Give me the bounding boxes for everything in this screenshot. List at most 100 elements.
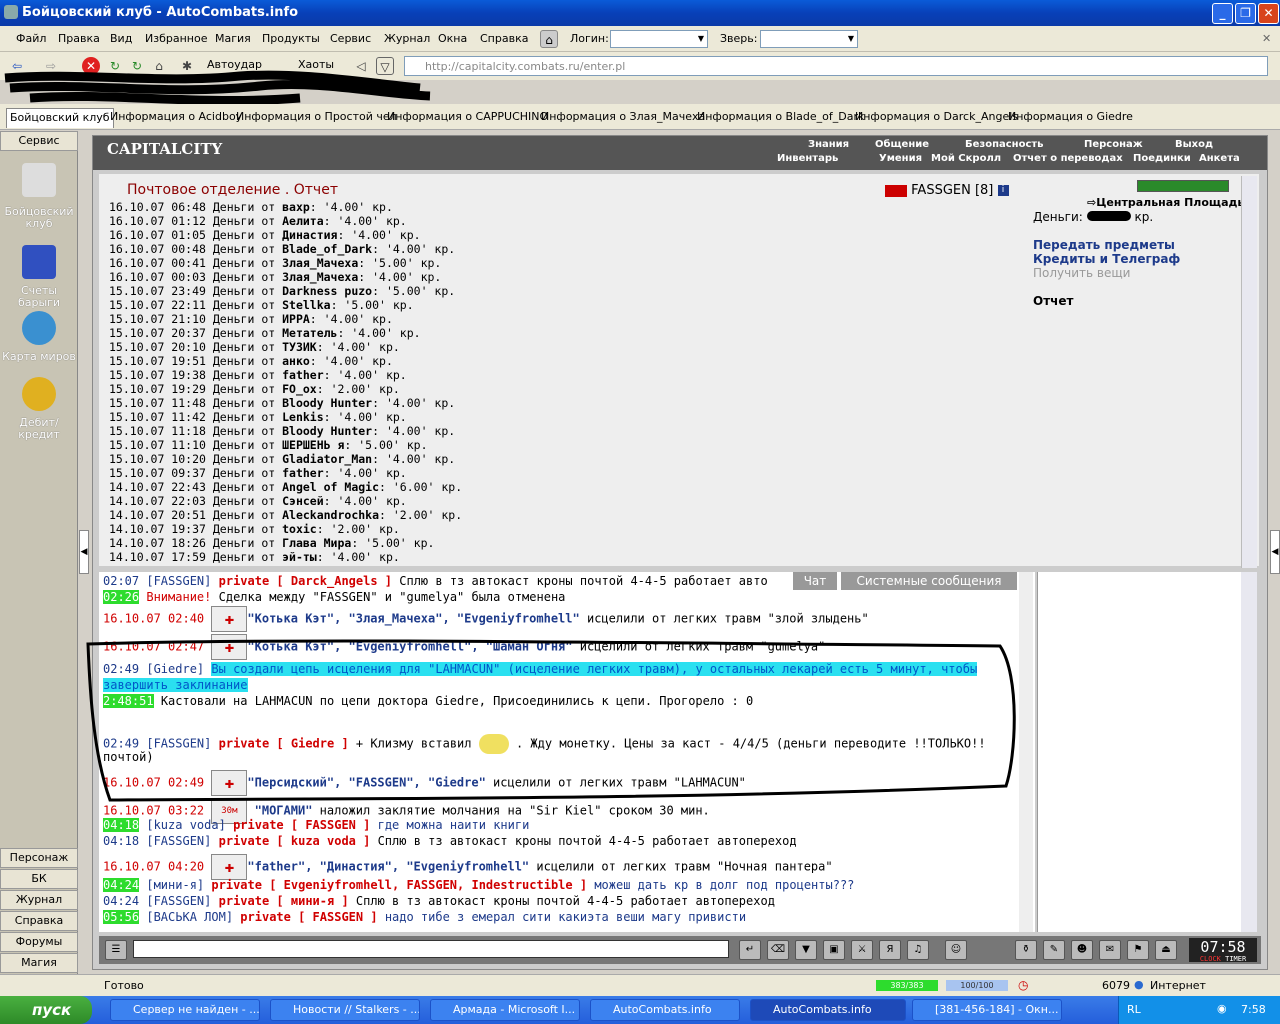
close-button[interactable]: ✕ (1258, 3, 1279, 24)
save-icon[interactable]: ▣ (823, 940, 845, 960)
calculator-icon[interactable] (22, 245, 56, 279)
menu-service[interactable]: Сервис (330, 32, 371, 45)
transfer-items-link[interactable]: Передать предметы (1033, 238, 1175, 252)
location-link[interactable]: ⇨Центральная Площадь (1087, 196, 1244, 209)
menu-view[interactable]: Вид (110, 32, 132, 45)
tab-chat[interactable]: Чат (793, 572, 837, 590)
nav-profile[interactable]: Анкета (1199, 153, 1240, 164)
info-icon[interactable]: i (997, 185, 1009, 196)
send-icon[interactable]: ↵ (739, 940, 761, 960)
language-indicator[interactable]: RL (1127, 1003, 1141, 1016)
maximize-button[interactable]: ❐ (1235, 3, 1256, 24)
menu-file[interactable]: Файл (16, 32, 46, 45)
log-entry: 15.10.07 21:10 Деньги от ИРРА: '4.00' кр… (109, 312, 393, 326)
log-entry: 15.10.07 10:20 Деньги от Gladiator_Man: … (109, 452, 456, 466)
nav-communication[interactable]: Общение (875, 139, 929, 150)
sidebar-btn-forums[interactable]: Форумы (0, 932, 78, 952)
menu-journal[interactable]: Журнал (384, 32, 430, 45)
nav-character[interactable]: Персонаж (1084, 139, 1143, 150)
tab-fight-club[interactable]: Бойцовский клуб (6, 108, 114, 128)
tab-info-giedre[interactable]: Информация о Giedre (1005, 108, 1136, 128)
sender-name: Bloody Hunter (282, 396, 373, 410)
nav-security[interactable]: Безопасность (965, 139, 1044, 150)
sender-name: toxic (282, 522, 317, 536)
task-item[interactable]: Сервер не найден - ... (110, 999, 260, 1021)
clear-icon[interactable]: ⌫ (767, 940, 789, 960)
network-icon[interactable]: ◉ (1217, 1002, 1227, 1015)
log-entry: 15.10.07 19:29 Деньги от FO_ox: '2.00' к… (109, 382, 400, 396)
smiles-icon[interactable]: ☺ (945, 940, 967, 960)
menu-windows[interactable]: Окна (438, 32, 467, 45)
fight-club-icon[interactable] (22, 163, 56, 197)
tab-info-prostoy[interactable]: Информация о Простой чел (233, 108, 400, 128)
rune-icon-2[interactable]: ✎ (1043, 940, 1065, 960)
main-scrollbar[interactable] (1241, 176, 1257, 568)
online-scrollbar[interactable] (1241, 572, 1257, 932)
minimize-button[interactable]: _ (1212, 3, 1233, 24)
sound-toggle-icon[interactable]: ♫ (907, 940, 929, 960)
log-entry: 16.10.07 00:48 Деньги от Blade_of_Dark: … (109, 242, 456, 256)
tab-info-zlaya[interactable]: Информация о Злая_Мачеха (538, 108, 708, 128)
task-item[interactable]: Новости // Stalkers - ... (270, 999, 420, 1021)
log-entry: 15.10.07 11:10 Деньги от ШЕРШЕНЬ я: '5.0… (109, 438, 428, 452)
bank-icon[interactable]: ⌂ (540, 30, 558, 48)
menu-close-icon[interactable]: ✕ (1262, 32, 1271, 45)
sidebar-item-accounts[interactable]: Счеты барыги (0, 285, 78, 309)
flag-icon[interactable]: ⚑ (1127, 940, 1149, 960)
sidebar-item-fight-club[interactable]: Бойцовский клуб (0, 206, 78, 230)
sidebar-item-world-map[interactable]: Карта миров (0, 351, 78, 363)
chat-input[interactable] (133, 940, 729, 958)
sidebar-btn-journal[interactable]: Журнал (0, 890, 78, 910)
sidebar-btn-help[interactable]: Справка (0, 911, 78, 931)
tab-info-acidboy[interactable]: Информация о Acidboy (107, 108, 245, 128)
nav-exit[interactable]: Выход (1175, 139, 1213, 150)
tab-system-messages[interactable]: Системные сообщения (841, 572, 1017, 590)
task-item[interactable]: AutoCombats.info (750, 999, 906, 1021)
task-item[interactable]: Армада - Microsoft I... (430, 999, 580, 1021)
sender-name: Blade_of_Dark (282, 242, 373, 256)
chat-scrollbar[interactable] (1019, 572, 1033, 932)
tab-info-cappuchino[interactable]: Информация о CAPPUCHINO (384, 108, 551, 128)
menu-magic[interactable]: Магия (215, 32, 251, 45)
chat-menu-icon[interactable]: ☰ (105, 940, 127, 960)
tab-info-darck[interactable]: Информация о Darck_Angels (852, 108, 1021, 128)
nav-skills[interactable]: Умения (879, 153, 922, 164)
rightbar-expand-handle[interactable]: ◀ (1270, 530, 1280, 574)
nav-fights[interactable]: Поединки (1133, 153, 1191, 164)
login-select[interactable]: ▼ (610, 30, 708, 48)
rune-icon-1[interactable]: ⚱ (1015, 940, 1037, 960)
fight-icon[interactable]: ⚔ (851, 940, 873, 960)
menu-products[interactable]: Продукты (262, 32, 320, 45)
sidebar-btn-character[interactable]: Персонаж (0, 848, 78, 868)
credits-telegraph-link[interactable]: Кредиты и Телеграф (1033, 252, 1180, 266)
task-item[interactable]: AutoCombats.info (590, 999, 740, 1021)
pet-select[interactable]: ▼ (760, 30, 858, 48)
globe-icon[interactable] (22, 311, 56, 345)
address-bar[interactable]: http://capitalcity.combats.ru/enter.pl (404, 56, 1268, 76)
sidebar-item-debit[interactable]: Дебит/кредит (0, 417, 78, 441)
chat-line: 02:26 Внимание! Сделка между "FASSGEN" и… (103, 590, 566, 604)
menu-favorites[interactable]: Избранное (145, 32, 207, 45)
tab-info-blade[interactable]: Информация о Blade_of_Dark (694, 108, 867, 128)
log-entry: 15.10.07 22:11 Деньги от Stellka: '5.00'… (109, 298, 414, 312)
nav-transfers[interactable]: Отчет о переводах (1013, 153, 1123, 164)
menu-help[interactable]: Справка (480, 32, 528, 45)
translit-icon[interactable]: Я (879, 940, 901, 960)
filter-chat-icon[interactable]: ▼ (795, 940, 817, 960)
sidebar-btn-magic[interactable]: Магия (0, 953, 78, 973)
sidebar-btn-bk[interactable]: БК (0, 869, 78, 889)
start-button[interactable]: пуск (0, 996, 92, 1024)
coins-icon[interactable] (22, 377, 56, 411)
sidebar-header[interactable]: Сервис (0, 131, 78, 151)
exit-icon[interactable]: ⏏ (1155, 940, 1177, 960)
rune-icon-3[interactable]: ☻ (1071, 940, 1093, 960)
task-item[interactable]: [381-456-184] - Окн... (912, 999, 1062, 1021)
sidebar-collapse-handle[interactable]: ◀ (79, 530, 89, 574)
log-entry: 14.10.07 20:51 Деньги от Aleckandrochka:… (109, 508, 463, 522)
player-name[interactable]: FASSGEN [8] i (885, 183, 1009, 198)
menu-edit[interactable]: Правка (58, 32, 100, 45)
nav-scroll[interactable]: Мой Скролл (931, 153, 1001, 164)
nav-inventory[interactable]: Инвентарь (777, 153, 838, 164)
nav-knowledge[interactable]: Знания (808, 139, 849, 150)
gift-icon[interactable]: ✉ (1099, 940, 1121, 960)
